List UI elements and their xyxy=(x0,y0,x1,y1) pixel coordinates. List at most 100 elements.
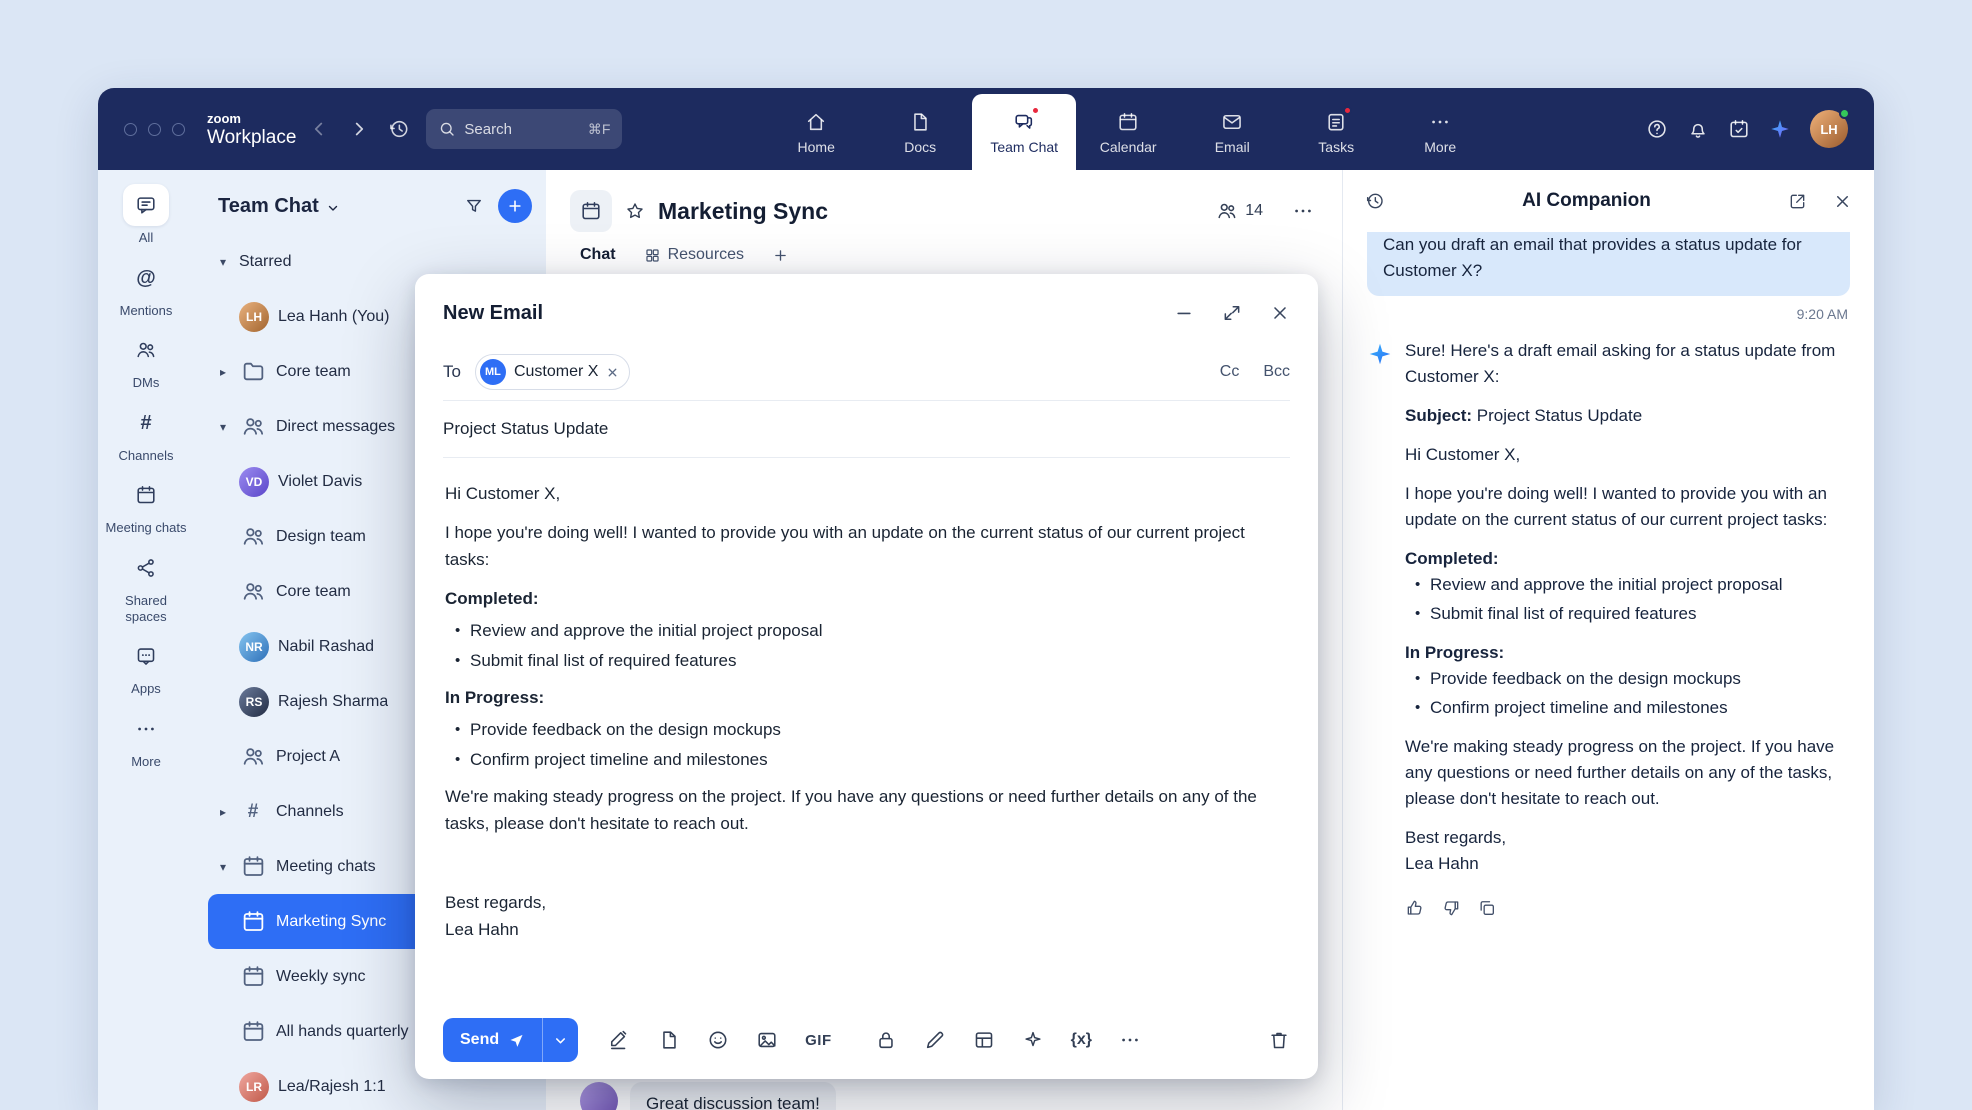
history-button[interactable] xyxy=(382,112,416,146)
rail-item-mentions[interactable]: @ Mentions xyxy=(101,257,191,319)
caret-right-icon[interactable]: ▸ xyxy=(216,805,230,819)
add-tab-button[interactable] xyxy=(772,247,789,264)
image-button[interactable] xyxy=(756,1029,778,1051)
expand-button[interactable] xyxy=(1222,303,1242,323)
channel-more-button[interactable] xyxy=(1292,200,1314,222)
email-body-editor[interactable]: Hi Customer X, I hope you're doing well!… xyxy=(443,458,1290,1001)
rail-item-more[interactable]: More xyxy=(101,708,191,770)
ai-history-button[interactable] xyxy=(1365,191,1385,211)
ai-close-button[interactable] xyxy=(1833,192,1852,211)
nav-email[interactable]: Email xyxy=(1180,94,1284,170)
bcc-button[interactable]: Bcc xyxy=(1263,363,1290,381)
calendar-check-icon xyxy=(1728,118,1750,140)
gif-button[interactable]: GIF xyxy=(805,1032,832,1049)
filter-button[interactable] xyxy=(464,196,484,216)
tab-resources[interactable]: Resources xyxy=(644,246,744,264)
encrypt-button[interactable] xyxy=(875,1029,897,1051)
close-button[interactable] xyxy=(1270,303,1290,323)
ai-timestamp: 9:20 AM xyxy=(1369,306,1848,322)
workplace-logo-text: Workplace xyxy=(207,127,296,148)
recipient-chip[interactable]: ML Customer X xyxy=(475,354,630,390)
caret-right-icon[interactable]: ▸ xyxy=(216,365,230,379)
ellipsis-icon xyxy=(1119,1029,1141,1051)
ai-conversation[interactable]: Can you draft an email that provides a s… xyxy=(1343,232,1874,1110)
rail-item-meeting-chats[interactable]: Meeting chats xyxy=(101,474,191,536)
to-field[interactable]: To ML Customer X Cc Bcc xyxy=(443,344,1290,401)
variables-button[interactable]: {x} xyxy=(1071,1031,1092,1049)
notifications-button[interactable] xyxy=(1687,118,1709,140)
ai-companion-button[interactable] xyxy=(1769,118,1791,140)
caret-down-icon[interactable]: ▾ xyxy=(216,255,230,269)
copy-icon xyxy=(1477,898,1497,918)
zoom-workplace-window: zoom Workplace Search ⌘F Home xyxy=(98,88,1874,1110)
new-email-modal: New Email To ML Customer xyxy=(415,274,1318,1079)
window-control-dot[interactable] xyxy=(172,123,185,136)
back-button[interactable] xyxy=(302,112,336,146)
thumbs-down-button[interactable] xyxy=(1441,898,1461,918)
calendar-icon xyxy=(239,853,267,881)
help-icon xyxy=(1646,118,1668,140)
rail-item-apps[interactable]: Apps xyxy=(101,635,191,697)
caret-down-icon[interactable]: ▾ xyxy=(216,860,230,874)
rail-item-all[interactable]: All xyxy=(101,184,191,246)
thumbs-up-button[interactable] xyxy=(1405,898,1425,918)
star-channel-button[interactable] xyxy=(625,201,645,221)
window-control-dot[interactable] xyxy=(124,123,137,136)
hash-icon: # xyxy=(239,798,267,826)
layout-button[interactable] xyxy=(973,1029,995,1051)
nav-more[interactable]: More xyxy=(1388,94,1492,170)
markup-button[interactable] xyxy=(924,1029,946,1051)
user-avatar[interactable]: LH xyxy=(1810,110,1848,148)
nav-calendar[interactable]: Calendar xyxy=(1076,94,1180,170)
unread-badge xyxy=(1343,106,1352,115)
window-control-dot[interactable] xyxy=(148,123,161,136)
close-icon xyxy=(1270,303,1290,323)
zoom-workplace-logo: zoom Workplace xyxy=(207,112,296,147)
at-sign-icon: @ xyxy=(136,268,156,288)
caret-down-icon[interactable]: ▾ xyxy=(216,420,230,434)
subject-field[interactable]: Project Status Update xyxy=(443,401,1290,458)
calendar-icon xyxy=(239,963,267,991)
minimize-button[interactable] xyxy=(1174,303,1194,323)
rail-item-shared-spaces[interactable]: Shared spaces xyxy=(101,547,191,624)
cc-button[interactable]: Cc xyxy=(1220,363,1240,381)
ai-user-message: Can you draft an email that provides a s… xyxy=(1367,232,1850,296)
forward-button[interactable] xyxy=(342,112,376,146)
ai-popout-button[interactable] xyxy=(1788,192,1807,211)
rail-item-dms[interactable]: DMs xyxy=(101,329,191,391)
chat-list-title[interactable]: Team Chat xyxy=(218,195,319,218)
chat-message[interactable]: Great discussion team! xyxy=(580,1082,1314,1110)
nav-docs[interactable]: Docs xyxy=(868,94,972,170)
avatar: LR xyxy=(239,1072,269,1102)
help-button[interactable] xyxy=(1646,118,1668,140)
window-controls[interactable] xyxy=(124,123,185,136)
avatar: NR xyxy=(239,632,269,662)
member-count[interactable]: 14 xyxy=(1216,200,1263,222)
remove-recipient-button[interactable] xyxy=(606,366,619,379)
topbar-utilities: LH xyxy=(1646,110,1848,148)
left-icon-rail: All @ Mentions DMs # Channels Meeting ch… xyxy=(98,170,194,1110)
signature-button[interactable] xyxy=(609,1029,631,1051)
minimize-icon xyxy=(1174,303,1194,323)
nav-tasks[interactable]: Tasks xyxy=(1284,94,1388,170)
nav-home[interactable]: Home xyxy=(764,94,868,170)
top-navigation-bar: zoom Workplace Search ⌘F Home xyxy=(98,88,1874,170)
template-button[interactable] xyxy=(658,1029,680,1051)
ai-compose-button[interactable] xyxy=(1022,1029,1044,1051)
send-button[interactable]: Send xyxy=(443,1018,542,1062)
unread-badge xyxy=(1031,106,1040,115)
tab-chat[interactable]: Chat xyxy=(580,246,616,264)
copy-button[interactable] xyxy=(1477,898,1497,918)
rail-item-channels[interactable]: # Channels xyxy=(101,402,191,464)
thumbs-up-icon xyxy=(1405,898,1425,918)
new-chat-button[interactable] xyxy=(498,189,532,223)
upcoming-meetings-button[interactable] xyxy=(1728,118,1750,140)
search-input[interactable]: Search ⌘F xyxy=(426,109,622,149)
send-options-button[interactable] xyxy=(542,1018,578,1062)
more-tools-button[interactable] xyxy=(1119,1029,1141,1051)
nav-team-chat[interactable]: Team Chat xyxy=(972,94,1076,170)
sparkle-icon xyxy=(1022,1029,1044,1051)
discard-button[interactable] xyxy=(1268,1029,1290,1051)
people-icon xyxy=(135,339,157,361)
emoji-button[interactable] xyxy=(707,1029,729,1051)
